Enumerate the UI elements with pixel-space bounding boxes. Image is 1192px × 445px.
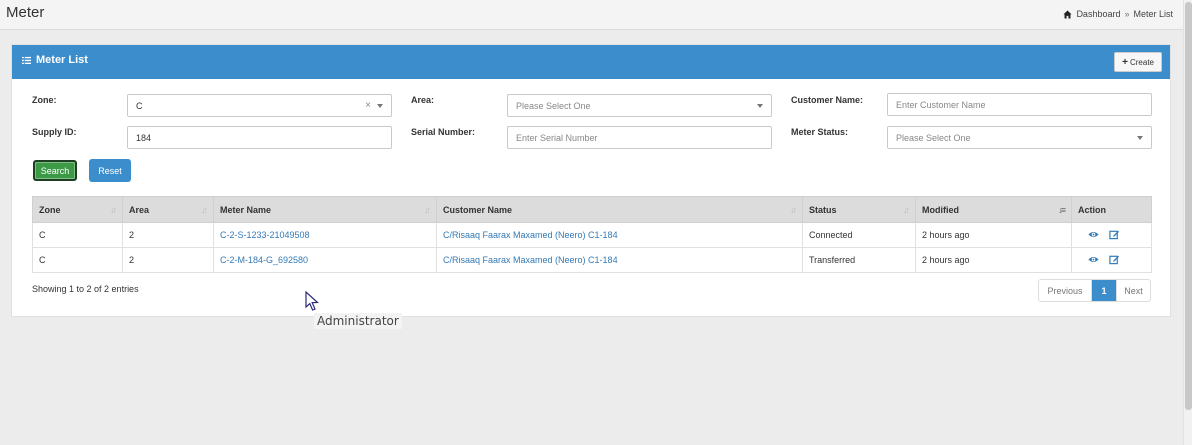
supply-id-value: 184 [136,132,152,143]
cell-customer-name: C/Risaaq Faarax Maxamed (Neero) C1-184 [436,247,803,273]
column-header-label: Area [129,204,150,215]
pagination-page-1[interactable]: 1 [1092,280,1116,301]
area-select-placeholder: Please Select One [516,100,591,111]
cell-modified: 2 hours ago [915,222,1072,248]
list-icon [22,56,31,64]
search-button[interactable]: Search [33,160,77,181]
cell-status: Transferred [802,247,916,273]
breadcrumb-current: Meter List [1133,9,1173,19]
mouse-cursor-icon [305,291,319,311]
cell-area: 2 [122,247,214,273]
meter-status-label: Meter Status: [791,127,849,137]
view-eye-icon[interactable] [1088,229,1099,240]
panel-title-text: Meter List [36,54,88,66]
cell-customer-name: C/Risaaq Faarax Maxamed (Neero) C1-184 [436,222,803,248]
customer-name-label: Customer Name: [791,95,864,105]
column-header-label: Meter Name [220,204,272,215]
column-header-status[interactable]: Status ↓↑ [802,196,916,223]
breadcrumb: Dashboard » Meter List [1063,9,1173,19]
sort-desc-icon: ↓≡ [1058,205,1066,215]
page-title: Meter [6,4,45,21]
meter-status-placeholder: Please Select One [896,132,971,143]
reset-button[interactable]: Reset [89,159,131,182]
sort-icon: ↓↑ [201,205,208,215]
serial-number-label: Serial Number: [411,127,476,137]
vertical-scrollbar[interactable] [1183,0,1192,445]
create-button-label: Create [1129,57,1154,67]
breadcrumb-separator: » [1124,9,1130,19]
clear-icon[interactable]: × [365,100,371,111]
create-button[interactable]: + Create [1114,52,1162,72]
home-icon [1063,9,1072,19]
meter-status-select[interactable]: Please Select One [887,126,1152,149]
sort-icon: ↓↑ [903,205,910,215]
table-row: C 2 C-2-M-184-G_692580 C/Risaaq Faarax M… [32,247,1152,273]
column-header-action: Action [1071,196,1152,223]
column-header-label: Customer Name [443,204,513,215]
cell-zone: C [32,247,123,273]
column-header-area[interactable]: Area ↓↑ [122,196,214,223]
table-row: C 2 C-2-S-1233-21049508 C/Risaaq Faarax … [32,222,1152,248]
pagination-next[interactable]: Next [1116,280,1150,301]
cell-meter-name: C-2-M-184-G_692580 [213,247,437,273]
serial-number-input[interactable]: Enter Serial Number [507,126,772,149]
column-header-customer-name[interactable]: Customer Name ↓↑ [436,196,803,223]
meter-name-link[interactable]: C-2-M-184-G_692580 [220,255,308,265]
zone-select-value: C [136,100,143,111]
scrollbar-thumb[interactable] [1185,2,1192,410]
serial-number-placeholder: Enter Serial Number [516,132,598,143]
column-header-modified[interactable]: Modified ↓≡ [915,196,1072,223]
sort-icon: ↓↑ [424,205,431,215]
customer-name-input[interactable]: Enter Customer Name [887,93,1152,116]
edit-icon[interactable] [1109,254,1120,265]
top-bar: Meter Dashboard » Meter List [0,0,1183,30]
cell-status: Connected [802,222,916,248]
cell-area: 2 [122,222,214,248]
meter-list-panel: Meter List + Create Zone: C × Area: Plea… [11,44,1171,317]
cell-modified: 2 hours ago [915,247,1072,273]
tooltip: Administrator [314,313,402,329]
supply-id-input[interactable]: 184 [127,126,392,149]
breadcrumb-dashboard-link[interactable]: Dashboard [1076,9,1120,19]
supply-id-label: Supply ID: [32,127,77,137]
cell-action [1071,222,1152,248]
chevron-down-icon [377,104,383,108]
customer-name-placeholder: Enter Customer Name [896,99,986,110]
panel-title: Meter List [22,54,88,66]
sort-icon: ↓↑ [790,205,797,215]
customer-name-link[interactable]: C/Risaaq Faarax Maxamed (Neero) C1-184 [443,230,618,240]
customer-name-link[interactable]: C/Risaaq Faarax Maxamed (Neero) C1-184 [443,255,618,265]
zone-label: Zone: [32,95,57,105]
table-header-row: Zone ↓↑ Area ↓↑ Meter Name ↓↑ Customer Name… [32,196,1152,223]
table-info: Showing 1 to 2 of 2 entries [32,284,139,294]
column-header-label: Zone [39,204,61,215]
cell-zone: C [32,222,123,248]
pagination-previous[interactable]: Previous [1039,280,1092,301]
column-header-label: Action [1078,204,1106,215]
meter-name-link[interactable]: C-2-S-1233-21049508 [220,230,310,240]
pagination: Previous 1 Next [1038,279,1151,302]
column-header-label: Modified [922,204,959,215]
cell-meter-name: C-2-S-1233-21049508 [213,222,437,248]
column-header-zone[interactable]: Zone ↓↑ [32,196,123,223]
chevron-down-icon [1137,136,1143,140]
area-select[interactable]: Please Select One [507,94,772,117]
sort-icon: ↓↑ [110,205,117,215]
panel-header: Meter List + Create [12,45,1170,79]
column-header-meter-name[interactable]: Meter Name ↓↑ [213,196,437,223]
plus-icon: + [1122,56,1128,68]
column-header-label: Status [809,204,837,215]
chevron-down-icon [757,104,763,108]
edit-icon[interactable] [1109,229,1120,240]
area-label: Area: [411,95,435,105]
meter-table: Zone ↓↑ Area ↓↑ Meter Name ↓↑ Customer Name… [32,196,1152,273]
cell-action [1071,247,1152,273]
view-eye-icon[interactable] [1088,254,1099,265]
zone-select[interactable]: C × [127,94,392,117]
